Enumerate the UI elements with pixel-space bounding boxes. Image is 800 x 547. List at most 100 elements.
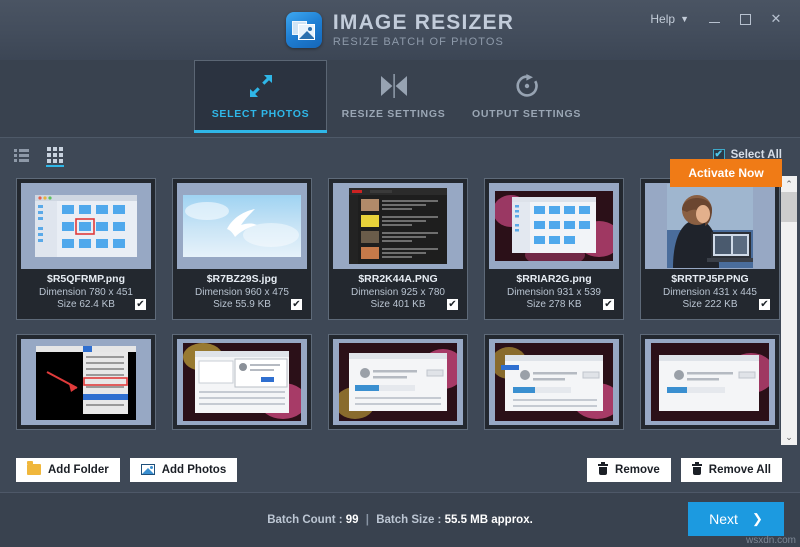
photo-card[interactable]: $R7BZ29S.jpg Dimension 960 x 475 Size 55… xyxy=(172,178,312,320)
add-folder-button[interactable]: Add Folder xyxy=(16,457,120,482)
photo-dimension: Dimension 960 x 475 xyxy=(195,287,289,298)
list-view-button[interactable] xyxy=(8,143,34,167)
tab-resize-settings[interactable]: RESIZE SETTINGS xyxy=(327,60,460,132)
add-folder-label: Add Folder xyxy=(48,463,109,476)
app-subtitle: RESIZE BATCH OF PHOTOS xyxy=(332,35,504,48)
photo-size: Size 278 KB xyxy=(526,299,582,310)
photo-grid-scroll: $R5QFRMP.png Dimension 780 x 451 Size 62… xyxy=(0,172,781,447)
tab-select-photos-label: SELECT PHOTOS xyxy=(211,108,310,120)
batch-count-label: Batch Count : xyxy=(267,514,343,526)
remove-label: Remove xyxy=(615,463,660,476)
photo-dimension: Dimension 925 x 780 xyxy=(351,287,445,298)
list-view-icon xyxy=(13,148,29,162)
chevron-down-icon: ▼ xyxy=(680,14,689,24)
tab-resize-settings-label: RESIZE SETTINGS xyxy=(341,107,446,120)
photo-card[interactable] xyxy=(172,334,312,430)
photo-name: $R5QFRMP.png xyxy=(47,273,125,285)
next-label: Next xyxy=(709,511,738,527)
help-label: Help xyxy=(650,12,676,26)
trash-icon xyxy=(598,462,609,475)
circular-arrow-icon xyxy=(514,73,540,99)
remove-button[interactable]: Remove xyxy=(587,457,671,482)
photo-name: $RRIAR2G.png xyxy=(516,273,592,285)
photo-card[interactable]: $RR2K44A.PNG Dimension 925 x 780 Size 40… xyxy=(328,178,468,320)
photo-thumbnail xyxy=(177,339,307,425)
watermark: wsxdn.com xyxy=(745,535,796,546)
batch-size-label: Batch Size : xyxy=(376,514,442,526)
add-photos-button[interactable]: Add Photos xyxy=(129,457,238,482)
photo-checkbox[interactable]: ✔ xyxy=(603,299,614,310)
photo-card[interactable]: $R5QFRMP.png Dimension 780 x 451 Size 62… xyxy=(16,178,156,320)
add-photos-label: Add Photos xyxy=(161,463,227,476)
photo-card[interactable] xyxy=(484,334,624,430)
photo-checkbox[interactable]: ✔ xyxy=(447,299,458,310)
chevron-right-icon: ❯ xyxy=(751,511,763,526)
scroll-down-button[interactable]: ⌄ xyxy=(781,429,797,445)
tab-output-settings[interactable]: OUTPUT SETTINGS xyxy=(460,60,593,132)
remove-all-button[interactable]: Remove All xyxy=(680,457,782,482)
window-controls: Help ▼ ✕ xyxy=(642,8,790,30)
photo-size: Size 222 KB xyxy=(682,299,738,310)
image-resizer-window: IMAGE RESIZER RESIZE BATCH OF PHOTOS Hel… xyxy=(0,0,800,547)
maximize-button[interactable] xyxy=(731,8,759,30)
photo-card[interactable] xyxy=(640,334,780,430)
action-bar: Add Folder Add Photos Remove Remove All xyxy=(0,447,800,493)
resize-compress-icon xyxy=(379,73,409,99)
photo-card[interactable] xyxy=(328,334,468,430)
photo-dimension: Dimension 931 x 539 xyxy=(507,287,601,298)
photo-name: $RRTPJ5P.PNG xyxy=(671,273,749,285)
photo-size: Size 401 KB xyxy=(370,299,426,310)
photo-name: $RR2K44A.PNG xyxy=(358,273,438,285)
photo-dimension: Dimension 780 x 451 xyxy=(39,287,133,298)
scrollbar-track[interactable] xyxy=(781,192,797,429)
batch-separator: | xyxy=(365,514,369,526)
batch-size-value: 55.5 MB approx. xyxy=(444,514,533,526)
next-button[interactable]: Next ❯ xyxy=(688,502,784,536)
photo-thumbnail xyxy=(177,183,307,269)
tab-output-settings-label: OUTPUT SETTINGS xyxy=(471,107,582,120)
photo-thumbnail xyxy=(489,183,619,269)
photo-card[interactable] xyxy=(16,334,156,430)
grid-view-icon xyxy=(47,147,63,163)
photo-thumbnail xyxy=(333,183,463,269)
photo-thumbnail xyxy=(21,339,151,425)
photo-dimension: Dimension 431 x 445 xyxy=(663,287,757,298)
photo-size: Size 55.9 KB xyxy=(213,299,271,310)
photo-checkbox[interactable]: ✔ xyxy=(759,299,770,310)
trash-icon xyxy=(691,462,702,475)
title-bar: IMAGE RESIZER RESIZE BATCH OF PHOTOS Hel… xyxy=(0,0,800,60)
app-title: IMAGE RESIZER xyxy=(332,10,515,34)
photo-thumbnail xyxy=(21,183,151,269)
scrollbar-thumb[interactable] xyxy=(781,192,797,222)
photo-thumbnail xyxy=(645,339,775,425)
photo-checkbox[interactable]: ✔ xyxy=(135,299,146,310)
photo-grid: $R5QFRMP.png Dimension 780 x 451 Size 62… xyxy=(16,178,780,430)
photo-thumbnail xyxy=(333,339,463,425)
photo-thumbnail xyxy=(645,183,775,269)
maximize-icon xyxy=(739,13,751,25)
photo-card[interactable]: $RRTPJ5P.PNG Dimension 431 x 445 Size 22… xyxy=(640,178,780,320)
batch-info: Batch Count : 99 | Batch Size : 55.5 MB … xyxy=(267,514,533,526)
image-resizer-logo-icon xyxy=(285,12,322,48)
expand-arrows-icon xyxy=(248,73,274,99)
tab-bar: SELECT PHOTOS RESIZE SETTINGS OUTPUT SET… xyxy=(0,60,800,187)
photo-checkbox[interactable]: ✔ xyxy=(291,299,302,310)
close-button[interactable]: ✕ xyxy=(762,8,790,30)
scroll-up-button[interactable]: ⌃ xyxy=(781,176,797,192)
remove-all-label: Remove All xyxy=(708,463,771,476)
folder-icon xyxy=(27,461,41,475)
photo-grid-area: $R5QFRMP.png Dimension 780 x 451 Size 62… xyxy=(0,172,800,447)
batch-count-value: 99 xyxy=(345,514,359,526)
minimize-button[interactable] xyxy=(700,8,728,30)
photo-icon xyxy=(140,464,155,475)
photo-size: Size 62.4 KB xyxy=(57,299,115,310)
tab-select-photos[interactable]: SELECT PHOTOS xyxy=(194,60,327,133)
close-icon: ✕ xyxy=(770,11,782,26)
photo-card[interactable]: $RRIAR2G.png Dimension 931 x 539 Size 27… xyxy=(484,178,624,320)
activate-now-button[interactable]: Activate Now xyxy=(670,159,782,187)
status-bar: Batch Count : 99 | Batch Size : 55.5 MB … xyxy=(0,493,800,547)
help-menu-button[interactable]: Help ▼ xyxy=(642,8,697,30)
vertical-scrollbar[interactable]: ⌃ ⌄ xyxy=(781,176,797,445)
photo-name: $R7BZ29S.jpg xyxy=(206,273,278,285)
grid-view-button[interactable] xyxy=(42,143,68,167)
